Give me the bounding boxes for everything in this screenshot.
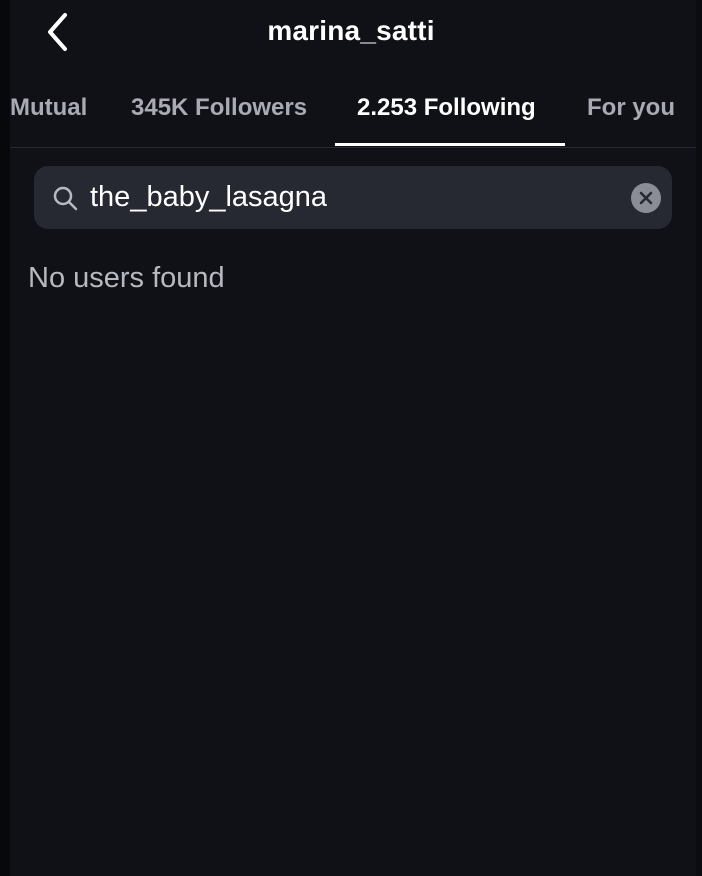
no-results-message: No users found xyxy=(28,262,225,294)
tab-for-you[interactable]: For you xyxy=(587,94,675,122)
tab-following[interactable]: 2.253 Following xyxy=(357,94,536,122)
header: marina_satti xyxy=(0,0,702,66)
search-input[interactable] xyxy=(90,166,610,229)
tab-followers[interactable]: 345K Followers xyxy=(131,94,307,122)
clear-icon xyxy=(639,191,653,205)
tab-bar: Mutual 345K Followers 2.253 Following Fo… xyxy=(10,80,696,148)
tab-mutual[interactable]: Mutual xyxy=(10,94,87,122)
page-title: marina_satti xyxy=(267,15,435,46)
clear-search-button[interactable] xyxy=(631,183,661,213)
search-icon xyxy=(53,186,78,211)
following-screen: marina_satti Mutual 345K Followers 2.253… xyxy=(0,0,702,876)
left-edge xyxy=(0,0,10,876)
right-edge xyxy=(696,0,702,876)
active-tab-indicator xyxy=(335,143,565,146)
search-bar[interactable] xyxy=(34,166,672,229)
